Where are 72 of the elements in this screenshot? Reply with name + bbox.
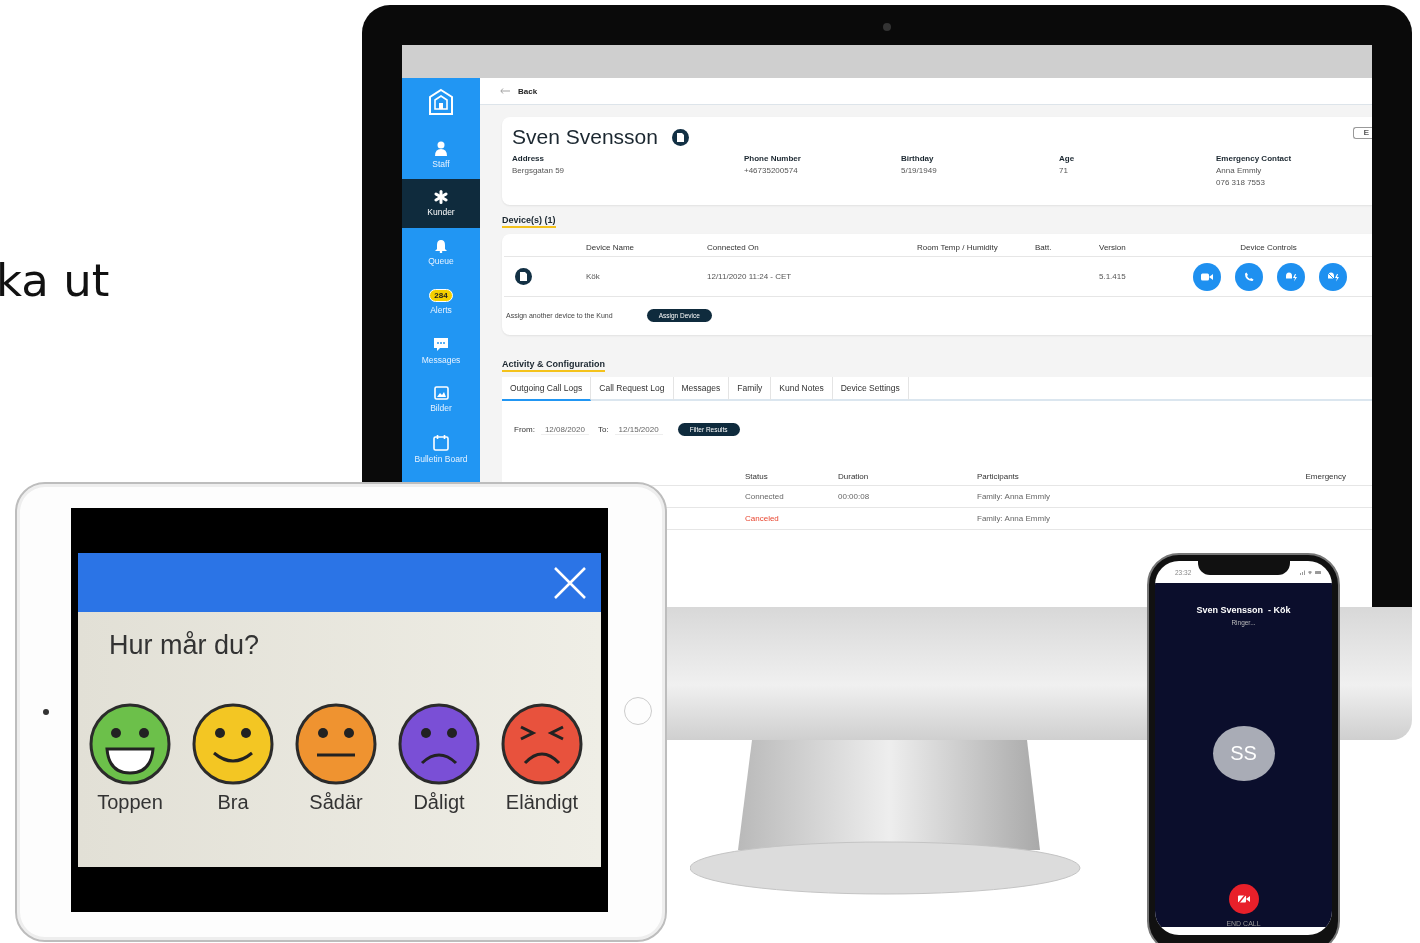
column-header: Participants bbox=[977, 472, 1020, 481]
caption-text: ka ut bbox=[0, 254, 110, 307]
field-label: To: bbox=[597, 425, 609, 434]
table-cell-text: 5.1.415 bbox=[1099, 272, 1127, 281]
column-header: Emergency bbox=[1304, 472, 1347, 481]
camera-icon bbox=[883, 23, 891, 31]
column-header: Connected On bbox=[707, 242, 760, 252]
field-value: Anna Emmly bbox=[1216, 165, 1263, 177]
signal-wifi-battery-icon bbox=[1300, 569, 1322, 575]
caller-name: Sven Svensson - Kök bbox=[1196, 605, 1291, 615]
customer-name: Sven Svensson bbox=[512, 125, 658, 149]
bell-off-bolt-icon bbox=[1326, 271, 1340, 282]
field-label: From: bbox=[514, 425, 535, 434]
field-label: Address bbox=[512, 153, 545, 165]
date-field[interactable]: 12/15/2020 bbox=[614, 424, 663, 435]
house-logo-icon bbox=[428, 88, 454, 116]
avatar-initials: SS bbox=[1212, 726, 1275, 781]
section-heading: Activity & Configuration bbox=[502, 359, 605, 372]
bell-bolt-button[interactable] bbox=[1277, 262, 1305, 291]
end-call-button[interactable] bbox=[1228, 884, 1259, 914]
field-value: Bergsgatan 59 bbox=[512, 165, 566, 177]
sidebar-item[interactable]: Kunder bbox=[402, 179, 480, 228]
table-cell-text: Connected bbox=[745, 492, 785, 501]
alert-count-badge: 284 bbox=[429, 288, 453, 302]
bell-off-bolt-button[interactable] bbox=[1319, 262, 1347, 291]
person-icon bbox=[434, 140, 448, 156]
field-value: 5/19/1949 bbox=[901, 165, 938, 177]
mood-option[interactable]: Bra bbox=[192, 703, 274, 814]
sidebar-item[interactable]: 284 Alerts bbox=[402, 277, 480, 326]
column-header: Version bbox=[1099, 242, 1127, 252]
field-label: Age bbox=[1059, 153, 1076, 165]
bell-bolt-icon bbox=[1284, 271, 1298, 282]
video-camera-button[interactable] bbox=[1193, 262, 1221, 291]
column-header: Duration bbox=[838, 472, 870, 481]
camera-icon bbox=[43, 709, 49, 715]
column-header: Status bbox=[745, 472, 769, 481]
table-cell-text: Canceled bbox=[745, 514, 780, 523]
back-link[interactable]: Back bbox=[500, 86, 538, 96]
field-value: +46735200574 bbox=[744, 165, 799, 177]
field-label: Birthday bbox=[901, 153, 935, 165]
left-arrow-icon bbox=[500, 88, 510, 94]
phone-icon bbox=[1244, 271, 1254, 282]
table-cell-text: Family: Anna Emmly bbox=[977, 492, 1051, 501]
table-cell-text: 00:00:08 bbox=[838, 492, 871, 501]
video-camera-icon bbox=[1201, 272, 1213, 281]
field-label: Phone Number bbox=[744, 153, 802, 165]
chat-bubble-icon bbox=[433, 336, 449, 352]
asterisk-icon bbox=[434, 190, 448, 204]
close-icon[interactable] bbox=[553, 565, 587, 600]
date-field[interactable]: 12/08/2020 bbox=[540, 424, 589, 435]
column-header: Room Temp / Humidity bbox=[917, 242, 999, 252]
column-header: Device Name bbox=[586, 242, 635, 252]
calendar-icon bbox=[433, 433, 449, 451]
image-icon bbox=[433, 386, 449, 400]
table-cell-text: 12/11/2020 11:24 - CET bbox=[707, 272, 793, 281]
table-cell-text: Family: Anna Emmly bbox=[977, 514, 1051, 523]
field-value: 076 318 7553 bbox=[1216, 177, 1266, 189]
field-label: Emergency Contact bbox=[1216, 153, 1293, 165]
table-cell-text: Kök bbox=[586, 272, 601, 281]
bell-icon bbox=[435, 239, 447, 253]
question-text: Hur mår du? bbox=[108, 629, 261, 661]
column-header: Batt. bbox=[1035, 242, 1053, 252]
field-value: 71 bbox=[1059, 165, 1069, 177]
mood-option[interactable]: Sådär bbox=[295, 703, 377, 814]
column-header: Device Controls bbox=[1239, 242, 1298, 252]
phone-button[interactable] bbox=[1235, 262, 1263, 291]
mood-option[interactable]: Eländigt bbox=[501, 703, 583, 814]
section-heading: Device(s) (1) bbox=[502, 215, 556, 228]
mood-option[interactable]: Toppen bbox=[89, 703, 171, 814]
edit-button[interactable]: E bbox=[1352, 127, 1372, 139]
mood-option[interactable]: Dåligt bbox=[398, 703, 480, 814]
video-off-icon bbox=[1236, 894, 1251, 904]
